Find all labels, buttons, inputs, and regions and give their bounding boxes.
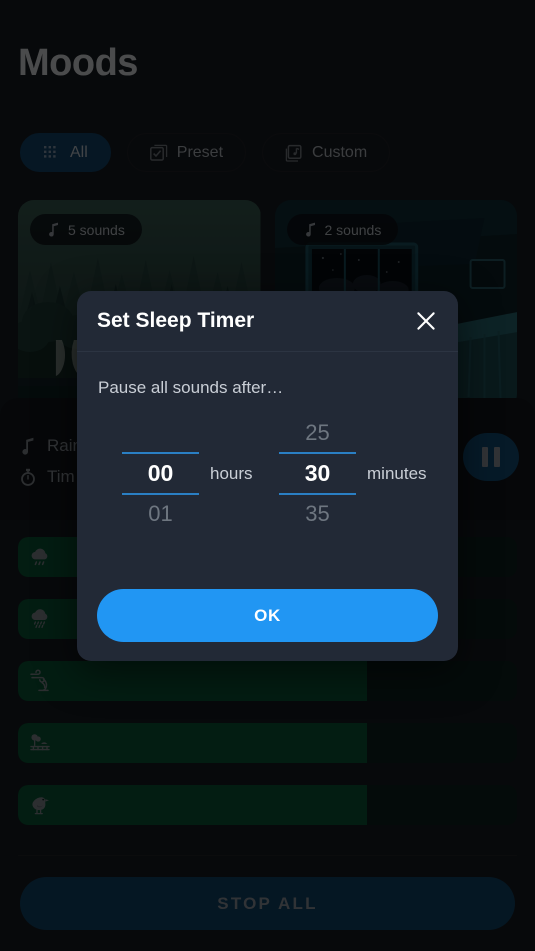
dialog-title: Set Sleep Timer	[97, 309, 255, 332]
ok-button[interactable]: OK	[97, 589, 438, 642]
dialog-header: Set Sleep Timer	[77, 291, 458, 352]
minutes-picker[interactable]: 25 30 35	[278, 417, 357, 530]
hours-picker[interactable]: 00 01	[121, 417, 200, 530]
picker-rule-bottom	[279, 493, 356, 495]
minutes-value-above[interactable]: 25	[278, 417, 357, 449]
app-root: Moods All Preset Custom 5 sounds 2 sound…	[0, 0, 535, 951]
minutes-value-below[interactable]: 35	[278, 498, 357, 530]
minutes-value[interactable]: 30	[278, 457, 357, 490]
hours-value-above[interactable]	[121, 417, 200, 449]
hours-picker-group: 00 01 hours	[121, 417, 278, 530]
hours-value[interactable]: 00	[121, 457, 200, 490]
minutes-picker-group: 25 30 35 minutes	[278, 417, 451, 530]
hours-value-below[interactable]: 01	[121, 498, 200, 530]
picker-rule-top	[279, 452, 356, 454]
picker-rule-bottom	[122, 493, 199, 495]
close-button[interactable]	[412, 307, 440, 335]
hours-unit-label: hours	[210, 463, 253, 483]
picker-rule-top	[122, 452, 199, 454]
duration-picker: 00 01 hours 25 30 35 minutes	[77, 417, 458, 530]
sleep-timer-dialog: Set Sleep Timer Pause all sounds after… …	[77, 291, 458, 661]
minutes-unit-label: minutes	[367, 463, 427, 483]
close-icon	[415, 310, 437, 332]
dialog-subtitle: Pause all sounds after…	[98, 378, 284, 397]
